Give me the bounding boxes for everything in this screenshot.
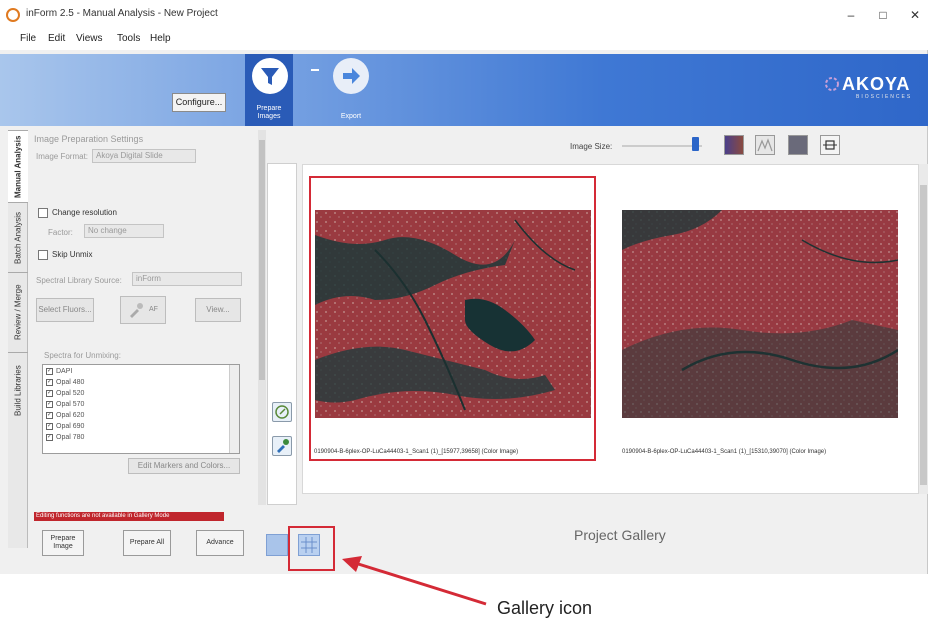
app-icon bbox=[6, 8, 20, 22]
factor-select[interactable]: No change bbox=[84, 224, 164, 238]
spectra-item-opal-570[interactable]: ✓ Opal 570 bbox=[46, 400, 84, 408]
settings-panel bbox=[30, 130, 258, 548]
checkmark-icon: ✓ bbox=[46, 378, 53, 386]
checkmark-icon: ✓ bbox=[46, 367, 53, 375]
gallery-thumbnail-2[interactable] bbox=[622, 210, 898, 418]
annotation-label: Gallery icon bbox=[497, 598, 593, 618]
funnel-icon bbox=[252, 58, 288, 94]
configure-button[interactable]: Configure... bbox=[172, 93, 226, 112]
spectra-item-opal-690[interactable]: ✓ Opal 690 bbox=[46, 422, 84, 430]
view-library-button[interactable]: View... bbox=[195, 298, 241, 322]
spectra-view-icon[interactable] bbox=[755, 135, 775, 155]
menu-file[interactable]: File bbox=[20, 33, 36, 44]
close-button[interactable]: ✕ bbox=[898, 2, 928, 28]
spectra-item-opal-620[interactable]: ✓ Opal 620 bbox=[46, 411, 84, 419]
edit-tool-button[interactable] bbox=[272, 402, 292, 422]
image-size-slider-thumb[interactable] bbox=[692, 137, 699, 151]
composite-view-icon[interactable] bbox=[724, 135, 744, 155]
menu-edit[interactable]: Edit bbox=[48, 33, 65, 44]
image-format-label: Image Format: bbox=[36, 152, 89, 161]
annotation-arrow-icon bbox=[342, 556, 487, 606]
checkmark-icon: ✓ bbox=[46, 411, 53, 419]
gallery-thumbnail-1[interactable] bbox=[315, 210, 591, 418]
arrow-right-icon[interactable] bbox=[333, 58, 369, 94]
gallery-icon-highlight bbox=[288, 526, 335, 571]
gallery-title: Project Gallery bbox=[574, 527, 666, 543]
minimize-button[interactable]: – bbox=[834, 2, 868, 28]
skip-unmix-label: Skip Unmix bbox=[52, 250, 93, 259]
menu-views[interactable]: Views bbox=[76, 33, 103, 44]
pencil-circle-icon bbox=[275, 405, 289, 419]
checkmark-icon: ✓ bbox=[46, 389, 53, 397]
gallery-mode-warning: Editing functions are not available in G… bbox=[34, 512, 224, 521]
spectra-heading: Spectra for Unmixing: bbox=[44, 351, 121, 360]
window-title: inForm 2.5 - Manual Analysis - New Proje… bbox=[26, 8, 218, 19]
spectra-item-opal-520[interactable]: ✓ Opal 520 bbox=[46, 389, 84, 397]
prepare-all-button[interactable]: Prepare All bbox=[123, 530, 171, 556]
tab-review-merge[interactable]: Review / Merge bbox=[8, 272, 28, 352]
menu-tools[interactable]: Tools bbox=[117, 33, 140, 44]
change-resolution-label: Change resolution bbox=[52, 208, 117, 217]
edit-markers-button[interactable]: Edit Markers and Colors... bbox=[128, 458, 240, 474]
spectral-library-label: Spectral Library Source: bbox=[36, 276, 122, 285]
checkmark-icon: ✓ bbox=[46, 400, 53, 408]
spectra-item-opal-780[interactable]: ✓ Opal 780 bbox=[46, 433, 84, 441]
settings-heading: Image Preparation Settings bbox=[34, 134, 144, 144]
spectra-list[interactable]: ✓ DAPI ✓ Opal 480 ✓ Opal 520 ✓ Opal 570 ✓ Opa… bbox=[42, 364, 240, 454]
maximize-button[interactable]: □ bbox=[866, 2, 900, 28]
advance-button[interactable]: Advance bbox=[196, 530, 244, 556]
eyedropper-icon bbox=[130, 303, 143, 318]
side-tabs: Manual Analysis Batch Analysis Review / … bbox=[8, 130, 28, 548]
spectra-item-opal-480[interactable]: ✓ Opal 480 bbox=[46, 378, 84, 386]
image-format-select[interactable]: Akoya Digital Slide bbox=[92, 149, 196, 163]
spectra-item-dapi[interactable]: ✓ DAPI bbox=[46, 367, 72, 375]
step-connector bbox=[311, 69, 319, 71]
pixel-view-icon[interactable] bbox=[820, 135, 840, 155]
company-logo: AKOYA BIOSCIENCES bbox=[825, 74, 911, 100]
checkmark-icon: ✓ bbox=[46, 433, 53, 441]
single-image-view-button[interactable] bbox=[266, 534, 288, 556]
logo-subtext: BIOSCIENCES bbox=[856, 94, 913, 100]
prepare-image-button[interactable]: Prepare Image bbox=[42, 530, 84, 556]
tab-build-libraries[interactable]: Build Libraries bbox=[8, 352, 28, 428]
tab-batch-analysis[interactable]: Batch Analysis bbox=[8, 202, 28, 272]
logo-mark-icon bbox=[825, 77, 839, 91]
thumbnail-1-caption: 0190904-B-6plex-OP-LuCa44403-1_Scan1 (1)… bbox=[314, 449, 519, 455]
step-prepare-label: Prepare Images bbox=[256, 105, 282, 120]
eyedropper-icon bbox=[277, 439, 289, 453]
image-size-slider[interactable] bbox=[622, 145, 702, 147]
logo-text: AKOYA bbox=[842, 74, 911, 94]
step-export-label: Export bbox=[340, 113, 362, 120]
factor-label: Factor: bbox=[48, 228, 73, 237]
af-label: AF bbox=[149, 306, 158, 313]
checkmark-icon: ✓ bbox=[46, 422, 53, 430]
skip-unmix-checkbox[interactable] bbox=[38, 250, 48, 260]
tab-manual-analysis[interactable]: Manual Analysis bbox=[8, 130, 28, 202]
menu-help[interactable]: Help bbox=[150, 33, 171, 44]
component-view-icon[interactable] bbox=[788, 135, 808, 155]
spectra-list-scrollbar[interactable] bbox=[229, 365, 239, 453]
settings-scrollbar-thumb[interactable] bbox=[259, 140, 265, 380]
workflow-toolbar bbox=[0, 54, 928, 126]
dropper-tool-button[interactable] bbox=[272, 436, 292, 456]
thumbnail-2-caption: 0190904-B-6plex-OP-LuCa44403-1_Scan1 (1)… bbox=[622, 449, 827, 455]
spectral-library-select[interactable]: inForm bbox=[132, 272, 242, 286]
image-size-label: Image Size: bbox=[570, 142, 613, 151]
gallery-scrollbar-thumb[interactable] bbox=[920, 185, 927, 485]
change-resolution-checkbox[interactable] bbox=[38, 208, 48, 218]
autofluorescence-button[interactable]: AF bbox=[120, 296, 166, 324]
screenshot-root: inForm 2.5 - Manual Analysis - New Proje… bbox=[0, 0, 928, 629]
select-fluors-button[interactable]: Select Fluors... bbox=[36, 298, 94, 322]
